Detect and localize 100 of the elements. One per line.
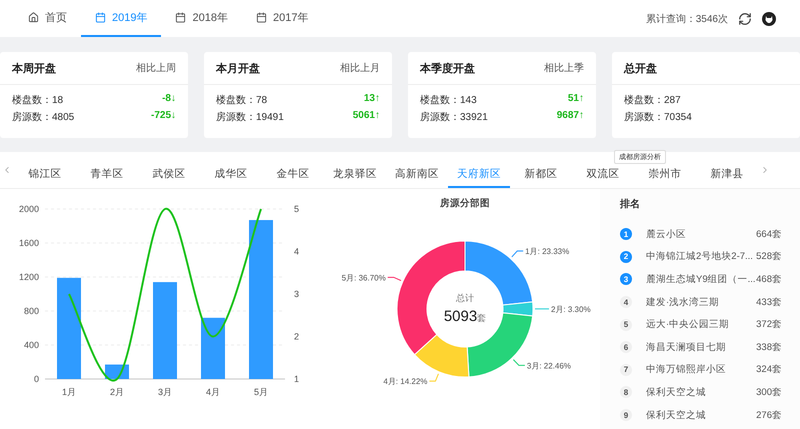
stat-value: 房源数：4805 bbox=[12, 110, 74, 124]
rank-number: 7 bbox=[620, 364, 632, 376]
stat-value: 房源数：19491 bbox=[216, 110, 284, 124]
card-title: 本季度开盘 bbox=[420, 62, 475, 76]
district-tab[interactable]: 龙泉驿区 bbox=[324, 165, 386, 188]
unit-count: 276套 bbox=[756, 408, 782, 422]
district-tab[interactable]: 锦江区 bbox=[14, 165, 76, 188]
nav-tab[interactable]: 2017年 bbox=[242, 0, 322, 37]
unit-count: 528套 bbox=[756, 250, 782, 264]
estate-name: 海昌天澜项目七期 bbox=[646, 340, 727, 354]
stat-value: 楼盘数：78 bbox=[216, 94, 268, 107]
stat-value: 楼盘数：287 bbox=[624, 94, 681, 107]
stat-delta: -8↓ bbox=[162, 93, 176, 106]
estate-name: 麓云小区 bbox=[646, 228, 687, 241]
total-label: 总计 bbox=[456, 293, 474, 303]
district-tab[interactable]: 崇州市 bbox=[634, 165, 696, 188]
ranking-title: 排名 bbox=[620, 198, 641, 211]
leader-line bbox=[534, 308, 550, 310]
rank-number: 1 bbox=[620, 228, 632, 240]
estate-name: 保利天空之城 bbox=[646, 386, 707, 399]
axis-label: 1600 bbox=[18, 238, 39, 248]
axis-label: 4月 bbox=[206, 387, 220, 397]
card-title: 本周开盘 bbox=[12, 62, 56, 76]
card-title: 总开盘 bbox=[624, 62, 657, 76]
unit-count: 372套 bbox=[756, 318, 782, 332]
rank-number: 3 bbox=[620, 273, 632, 286]
estate-name: 建发·浅水湾三期 bbox=[646, 296, 720, 309]
district-tab[interactable]: 双流区 bbox=[572, 165, 634, 188]
stat-delta: 13↑ bbox=[364, 93, 380, 106]
axis-label: 1 bbox=[294, 374, 300, 384]
axis-label: 2 bbox=[294, 332, 300, 342]
estate-name: 中海锦江城2号地块2-7... bbox=[646, 250, 754, 264]
axis-label: 5 bbox=[294, 204, 300, 214]
unit-count: 300套 bbox=[756, 386, 782, 399]
stat-value: 楼盘数：143 bbox=[420, 94, 477, 107]
stat-value: 房源数：33921 bbox=[420, 110, 488, 124]
data-label: 2月: 3.30% bbox=[551, 304, 591, 314]
axis-label: 5月 bbox=[254, 387, 268, 397]
leader-line bbox=[512, 359, 526, 366]
axis-label: 800 bbox=[24, 306, 39, 316]
compare-label: 相比上周 bbox=[136, 62, 176, 75]
stat-value: 楼盘数：18 bbox=[12, 94, 64, 107]
district-tab[interactable]: 成华区 bbox=[200, 165, 262, 188]
home-icon bbox=[28, 12, 39, 23]
compare-label: 相比上季 bbox=[544, 62, 584, 75]
data-label: 1月: 23.33% bbox=[525, 247, 570, 256]
axis-label: 400 bbox=[24, 340, 39, 350]
axis-label: 2月 bbox=[110, 387, 124, 397]
stat-delta: 51↑ bbox=[568, 93, 584, 106]
calendar-icon bbox=[95, 12, 106, 23]
unit-count: 324套 bbox=[756, 363, 782, 376]
district-tab[interactable]: 金牛区 bbox=[262, 165, 324, 188]
unit-count: 664套 bbox=[756, 228, 782, 241]
estate-name: 远大·中央公园三期 bbox=[646, 318, 730, 332]
rank-number: 6 bbox=[620, 341, 632, 354]
axis-label: 2000 bbox=[18, 204, 39, 214]
axis-label: 0 bbox=[34, 374, 39, 384]
stat-delta: 9687↑ bbox=[556, 110, 584, 123]
chart-title: 房源分部图 bbox=[440, 198, 490, 209]
unit-count: 468套 bbox=[756, 272, 782, 286]
card-title: 本月开盘 bbox=[216, 62, 260, 76]
district-tab[interactable]: 高新南区 bbox=[386, 165, 448, 188]
compare-label: 相比上月 bbox=[340, 62, 380, 75]
stat-delta: -725↓ bbox=[150, 110, 176, 123]
district-tab[interactable]: 新津县 bbox=[696, 165, 758, 188]
data-label: 3月: 22.46% bbox=[526, 361, 571, 370]
axis-label: 1月 bbox=[62, 387, 76, 397]
district-tab[interactable]: 新都区 bbox=[510, 165, 572, 188]
leader-line bbox=[387, 276, 402, 282]
leader-line bbox=[428, 373, 439, 382]
total-value: 5093套 bbox=[444, 308, 486, 325]
rank-number: 5 bbox=[620, 318, 632, 331]
bar bbox=[201, 318, 225, 379]
stat-value: 房源数：70354 bbox=[624, 110, 692, 124]
nav-tab[interactable]: 2018年 bbox=[161, 0, 242, 37]
calendar-icon bbox=[256, 12, 267, 23]
rank-number: 9 bbox=[620, 409, 632, 422]
district-tab[interactable]: 青羊区 bbox=[76, 165, 138, 188]
cat-logo-icon[interactable] bbox=[762, 12, 776, 26]
rank-number: 4 bbox=[620, 296, 632, 308]
refresh-icon[interactable] bbox=[738, 12, 752, 26]
estate-name: 麓湖生态城Y9组团（一... bbox=[646, 272, 756, 286]
leader-line bbox=[511, 250, 524, 258]
estate-name: 中海万锦熙岸小区 bbox=[646, 363, 727, 376]
data-label: 4月: 14.22% bbox=[383, 377, 428, 386]
unit-count: 433套 bbox=[756, 296, 782, 309]
calendar-icon bbox=[175, 12, 186, 23]
rank-number: 2 bbox=[620, 250, 632, 263]
axis-label: 1200 bbox=[18, 272, 39, 282]
nav-tab[interactable]: 首页 bbox=[14, 0, 81, 37]
stat-delta: 5061↑ bbox=[352, 110, 380, 123]
estate-name: 保利天空之城 bbox=[646, 408, 707, 422]
axis-label: 3 bbox=[294, 289, 300, 299]
query-count: 累计查询：3546次 bbox=[646, 12, 728, 26]
data-label: 5月: 36.70% bbox=[342, 273, 386, 282]
axis-label: 4 bbox=[294, 246, 300, 256]
unit-count: 338套 bbox=[756, 340, 782, 354]
rank-number: 8 bbox=[620, 386, 632, 398]
axis-label: 3月 bbox=[158, 387, 172, 397]
district-tab[interactable]: 武侯区 bbox=[138, 165, 200, 188]
